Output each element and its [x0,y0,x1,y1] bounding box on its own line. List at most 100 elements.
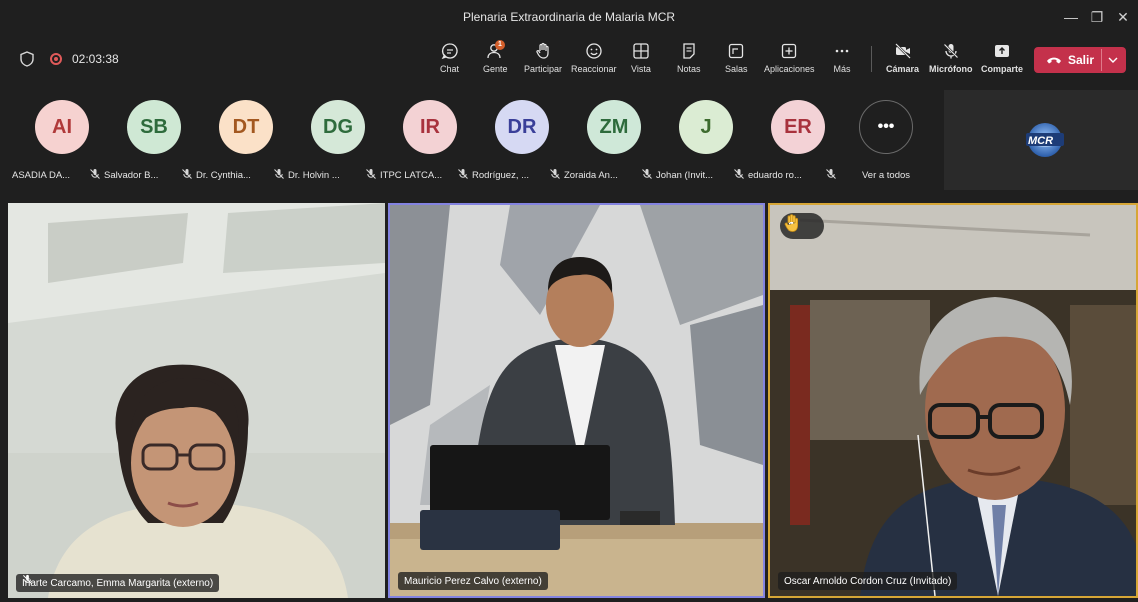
video-participant-name: Mauricio Perez Calvo (externo) [404,575,542,587]
video-tile[interactable]: Iriarte Carcamo, Emma Margarita (externo… [8,203,385,598]
avatar: IR [403,100,457,154]
mic-off-icon [90,169,100,179]
notes-icon [683,43,695,59]
chevron-down-icon[interactable] [1107,54,1119,66]
participant-name-tag: Mauricio Perez Calvo (externo) [398,572,548,590]
mic-off-icon [458,169,468,179]
participant-tile[interactable]: ZM Zoraida An... [564,84,656,200]
more-button[interactable]: Más [833,40,851,80]
video-feed-mauricio [390,205,763,596]
participant-tile[interactable]: DG Dr. Holvin ... [288,84,380,200]
close-button[interactable]: ✕ [1106,4,1138,30]
video-tile-hand-raised[interactable]: 1 Oscar Arnoldo Cordon Cruz (Invitado) [768,203,1138,598]
meeting-toolbar: 02:03:38 Chat 1 Gente Participar Reaccio… [0,34,1138,84]
avatar: ER [771,100,825,154]
video-feed-oscar [770,205,1136,596]
meeting-timer: 02:03:38 [72,52,119,66]
share-label: Comparte [981,64,1024,74]
view-button[interactable]: Vista [631,40,651,80]
rooms-icon [729,43,744,59]
plus-icon [782,43,797,59]
more-label: Más [833,64,851,74]
raised-hand-indicator: 1 [780,213,824,239]
raise-hand-button[interactable]: Participar [524,40,562,80]
raise-hand-icon [536,42,549,59]
chat-button[interactable]: Chat [440,40,459,80]
grid-icon [633,43,649,59]
leave-divider [1101,49,1102,71]
view-label: Vista [631,64,651,74]
organizer-logo-tile: MCR [944,90,1138,190]
mic-off-icon [550,169,560,179]
rooms-label: Salas [725,64,748,74]
participant-name-tag: Iriarte Carcamo, Emma Margarita (externo… [16,574,220,592]
camera-label: Cámara [886,64,920,74]
camera-button[interactable]: Cámara [886,40,919,80]
react-button[interactable]: Reaccionar [571,40,617,80]
participant-tile[interactable]: DR Rodríguez, ... [472,84,564,200]
avatar: DG [311,100,365,154]
avatar: DT [219,100,273,154]
camera-off-icon [894,43,911,59]
participant-name: Rodríguez, ... [472,170,530,181]
video-feed-emma [8,203,385,598]
video-participant-name: Oscar Arnoldo Cordon Cruz (Invitado) [784,575,952,587]
org-logo-text: MCR [1028,135,1054,147]
react-label: Reaccionar [571,64,617,74]
chat-label: Chat [440,64,460,74]
see-all-button[interactable]: ••• Ver a todos [836,84,936,200]
mic-label: Micrófono [929,64,973,74]
participant-name: ASADIA DA... [12,170,71,181]
mic-off-icon [734,169,744,179]
participant-tile[interactable]: AI ASADIA DA... [12,84,104,200]
participant-tile[interactable]: DT Dr. Cynthia... [196,84,288,200]
mic-off-icon [943,43,959,59]
participant-name: Dr. Holvin ... [288,170,340,181]
recording-icon [50,53,62,65]
people-badge: 1 [495,40,505,50]
rooms-button[interactable]: Salas [725,40,748,80]
mic-off-icon [182,169,192,179]
avatar: SB [127,100,181,154]
raise-hand-label: Participar [524,64,563,74]
people-label: Gente [483,64,508,74]
mic-button[interactable]: Micrófono [929,40,973,80]
mic-off-icon [274,169,284,179]
participant-strip: AI ASADIA DA... SB Salvador B... DT Dr. … [0,84,944,200]
leave-button[interactable]: Salir [1034,47,1126,73]
notes-label: Notas [677,64,701,74]
leave-label: Salir [1068,53,1095,67]
see-all-label: Ver a todos [861,170,911,181]
participant-name-tag: Oscar Arnoldo Cordon Cruz (Invitado) [778,572,958,590]
avatar: J [679,100,733,154]
toolbar-divider [871,46,872,72]
title-bar: Plenaria Extraordinaria de Malaria MCR —… [0,0,1138,34]
share-icon [995,45,1009,57]
video-tile-active-speaker[interactable]: Mauricio Perez Calvo (externo) [388,203,765,598]
participant-name: Zoraida An... [564,170,618,181]
mic-off-icon [366,169,376,179]
notes-button[interactable]: Notas [677,40,701,80]
participant-name: Dr. Cynthia... [196,170,251,181]
people-button[interactable]: 1 Gente [483,40,508,80]
avatar: DR [495,100,549,154]
raised-hand-icon [784,214,798,232]
apps-label: Aplicaciones [764,64,815,74]
share-button[interactable]: Comparte [981,40,1023,80]
chat-icon [441,43,458,60]
avatar: ZM [587,100,641,154]
participant-tile[interactable]: SB Salvador B... [104,84,196,200]
apps-button[interactable]: Aplicaciones [764,40,815,80]
phone-hangup-icon [1047,57,1061,64]
participant-tile[interactable]: IR ITPC LATCA... [380,84,472,200]
participant-name: ITPC LATCA... [380,170,443,181]
participant-tile[interactable]: J Johan (Invit... [656,84,748,200]
more-icon [835,49,849,53]
participant-name: eduardo ro... [748,170,802,181]
participant-name: Salvador B... [104,170,159,181]
participant-tile[interactable]: ER eduardo ro... [748,84,840,200]
more-icon: ••• [859,100,913,154]
participant-name: Johan (Invit... [656,170,714,181]
video-participant-name: Iriarte Carcamo, Emma Margarita (externo… [22,577,214,589]
smiley-icon [586,43,602,59]
